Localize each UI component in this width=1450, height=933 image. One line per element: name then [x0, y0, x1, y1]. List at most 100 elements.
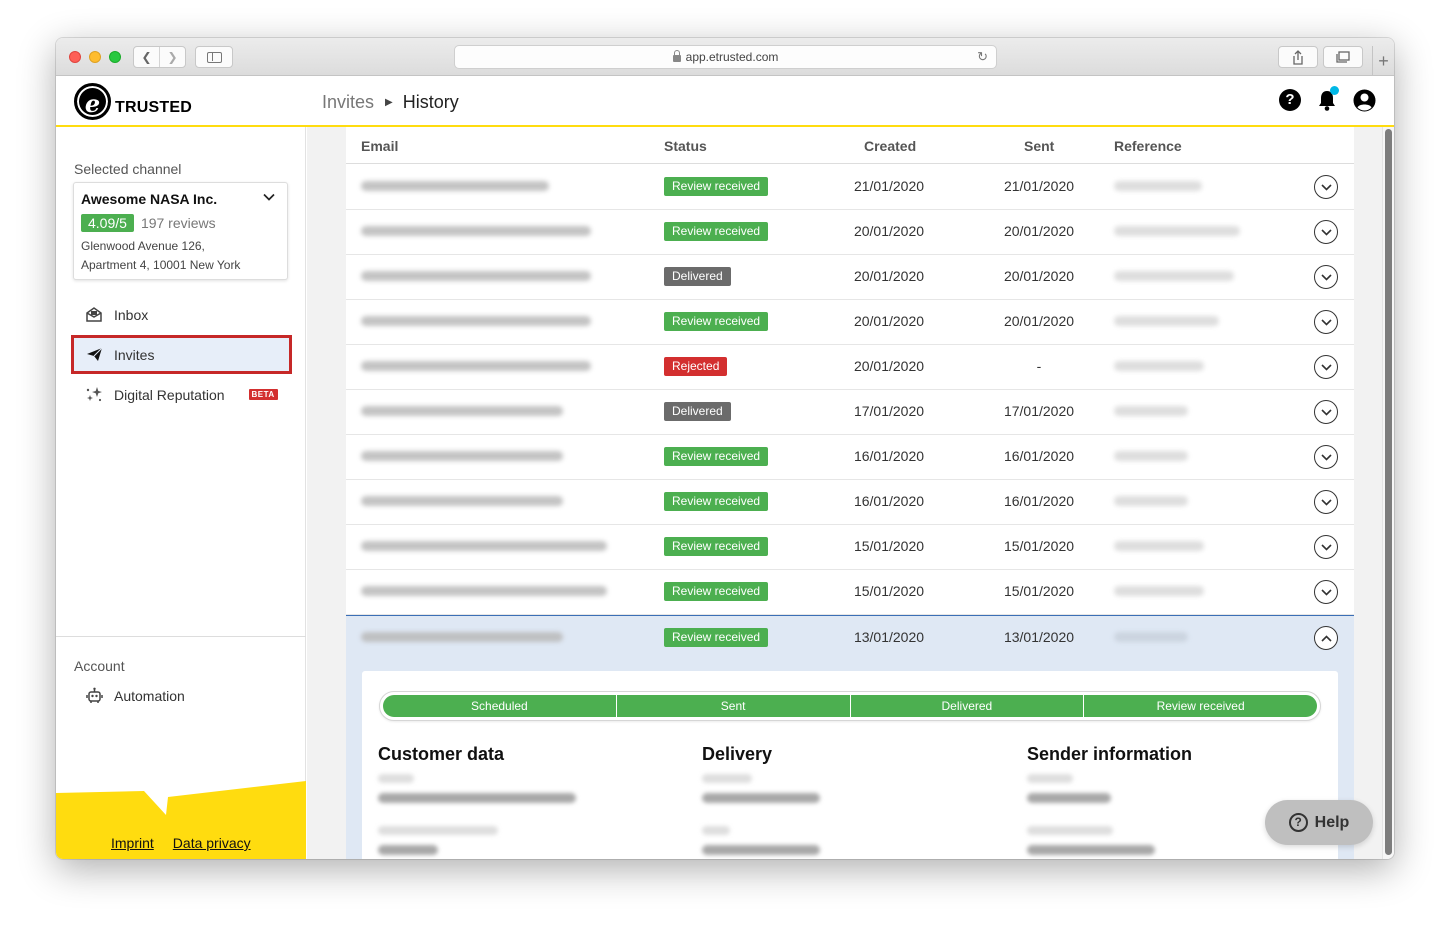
table-row[interactable]: Review received 21/01/2020 21/01/2020	[346, 165, 1354, 210]
column-sent[interactable]: Sent	[1024, 138, 1054, 154]
sidebar-item-inbox[interactable]: Inbox	[71, 295, 292, 334]
table-row[interactable]: Delivered 20/01/2020 20/01/2020	[346, 255, 1354, 300]
created-date: 16/01/2020	[853, 448, 925, 464]
email-redacted	[361, 451, 563, 461]
sidebar-item-automation[interactable]: Automation	[71, 676, 292, 715]
trusted-logo[interactable]: e TRUSTED	[74, 83, 192, 120]
account-button[interactable]	[1352, 88, 1376, 112]
email-redacted	[361, 226, 591, 236]
created-date: 20/01/2020	[853, 313, 925, 329]
logo-mark: e	[74, 83, 111, 120]
channel-address: Glenwood Avenue 126, Apartment 4, 10001 …	[81, 237, 240, 275]
new-tab-button[interactable]: +	[1372, 46, 1394, 76]
expand-row-button[interactable]	[1314, 580, 1338, 604]
expand-row-button[interactable]	[1314, 400, 1338, 424]
forward-button[interactable]: ❯	[159, 47, 185, 67]
column-created[interactable]: Created	[864, 138, 916, 154]
expand-row-button[interactable]	[1314, 490, 1338, 514]
notifications-button[interactable]	[1315, 86, 1339, 112]
sent-date: 13/01/2020	[1003, 629, 1075, 645]
table-row[interactable]: Rejected 20/01/2020 -	[346, 345, 1354, 390]
chevron-down-icon	[263, 193, 275, 201]
sender-information-heading: Sender information	[1027, 744, 1193, 764]
reload-icon[interactable]: ↻	[977, 49, 988, 65]
created-date: 20/01/2020	[853, 358, 925, 374]
url-text: app.etrusted.com	[685, 50, 779, 64]
step-review-received: Review received	[1083, 695, 1317, 717]
field-value-redacted	[1027, 845, 1155, 855]
reference-redacted	[1114, 181, 1202, 191]
status-badge: Review received	[664, 537, 769, 556]
notification-dot	[1330, 86, 1339, 95]
review-count: 197 reviews	[140, 215, 216, 231]
sent-date: 20/01/2020	[1003, 313, 1075, 329]
field-value-redacted	[378, 845, 438, 855]
breadcrumb-separator-icon: ▶	[385, 97, 393, 108]
sparkles-icon	[85, 386, 103, 404]
share-button[interactable]	[1278, 46, 1318, 68]
table-row[interactable]: Review received 15/01/2020 15/01/2020	[346, 570, 1354, 615]
back-button[interactable]: ❮	[134, 47, 159, 67]
status-badge: Review received	[664, 312, 769, 331]
browser-toolbar: ❮ ❯ app.etrusted.com ↻ +	[56, 38, 1394, 76]
table-row[interactable]: Delivered 17/01/2020 17/01/2020	[346, 390, 1354, 435]
imprint-link[interactable]: Imprint	[111, 835, 154, 851]
expand-row-button[interactable]	[1314, 445, 1338, 469]
column-reference[interactable]: Reference	[1114, 138, 1182, 154]
delivery-heading: Delivery	[702, 744, 773, 764]
expand-row-button[interactable]	[1314, 310, 1338, 334]
expand-row-button[interactable]	[1314, 175, 1338, 199]
table-row[interactable]: Review received 15/01/2020 15/01/2020	[346, 525, 1354, 570]
logo-text: TRUSTED	[115, 98, 192, 116]
collapse-row-button[interactable]	[1314, 626, 1338, 650]
chevron-down-icon	[1320, 273, 1332, 281]
zoom-window-button[interactable]	[109, 51, 121, 63]
status-badge: Delivered	[664, 267, 731, 286]
channel-selector[interactable]: Awesome NASA Inc. 4.09/5 197 reviews Gle…	[73, 182, 288, 280]
progress-steps: Scheduled Sent Delivered Review received	[383, 695, 1317, 717]
sent-date: 16/01/2020	[1003, 493, 1075, 509]
expand-row-button[interactable]	[1314, 265, 1338, 289]
breadcrumb: Invites ▶ History	[322, 92, 459, 113]
column-email[interactable]: Email	[361, 138, 398, 154]
sidebar-item-digital-reputation[interactable]: Digital Reputation BETA	[71, 375, 292, 414]
close-window-button[interactable]	[69, 51, 81, 63]
tabs-overview-button[interactable]	[1323, 46, 1363, 68]
chevron-down-icon	[1320, 453, 1332, 461]
minimize-window-button[interactable]	[89, 51, 101, 63]
reference-redacted	[1114, 271, 1234, 281]
address-bar[interactable]: app.etrusted.com ↻	[454, 45, 997, 69]
created-date: 17/01/2020	[853, 403, 925, 419]
email-redacted	[361, 316, 591, 326]
sent-date: 17/01/2020	[1003, 403, 1075, 419]
chevron-down-icon	[1320, 543, 1332, 551]
scrollbar-thumb[interactable]	[1385, 129, 1392, 855]
rating-badge: 4.09/5	[81, 214, 134, 232]
breadcrumb-history: History	[402, 92, 459, 112]
table-row-expanded[interactable]: Review received 13/01/2020 13/01/2020	[346, 615, 1354, 660]
help-chat-button[interactable]: ? Help	[1265, 800, 1373, 845]
column-status[interactable]: Status	[664, 138, 707, 154]
expand-row-button[interactable]	[1314, 220, 1338, 244]
data-privacy-link[interactable]: Data privacy	[173, 835, 251, 851]
table-row[interactable]: Review received 16/01/2020 16/01/2020	[346, 435, 1354, 480]
step-sent: Sent	[615, 695, 850, 717]
chevron-down-icon	[1320, 183, 1332, 191]
table-row[interactable]: Review received 20/01/2020 20/01/2020	[346, 300, 1354, 345]
invite-detail-panel: Scheduled Sent Delivered Review received…	[346, 657, 1354, 859]
email-redacted	[361, 496, 563, 506]
help-button[interactable]: ?	[1278, 88, 1302, 112]
sidebar: Selected channel Awesome NASA Inc. 4.09/…	[56, 127, 306, 859]
breadcrumb-invites[interactable]: Invites	[322, 92, 374, 113]
table-row[interactable]: Review received 16/01/2020 16/01/2020	[346, 480, 1354, 525]
sidebar-item-invites[interactable]: Invites	[71, 335, 292, 374]
table-row[interactable]: Review received 20/01/2020 20/01/2020	[346, 210, 1354, 255]
expand-row-button[interactable]	[1314, 535, 1338, 559]
paper-plane-icon	[85, 346, 103, 364]
page-scrollbar[interactable]	[1382, 127, 1394, 859]
expand-row-button[interactable]	[1314, 355, 1338, 379]
sidebar-toggle-button[interactable]	[195, 46, 233, 68]
status-badge: Review received	[664, 628, 769, 647]
app-header: e TRUSTED Invites ▶ History ?	[56, 76, 1394, 127]
email-redacted	[361, 586, 607, 596]
